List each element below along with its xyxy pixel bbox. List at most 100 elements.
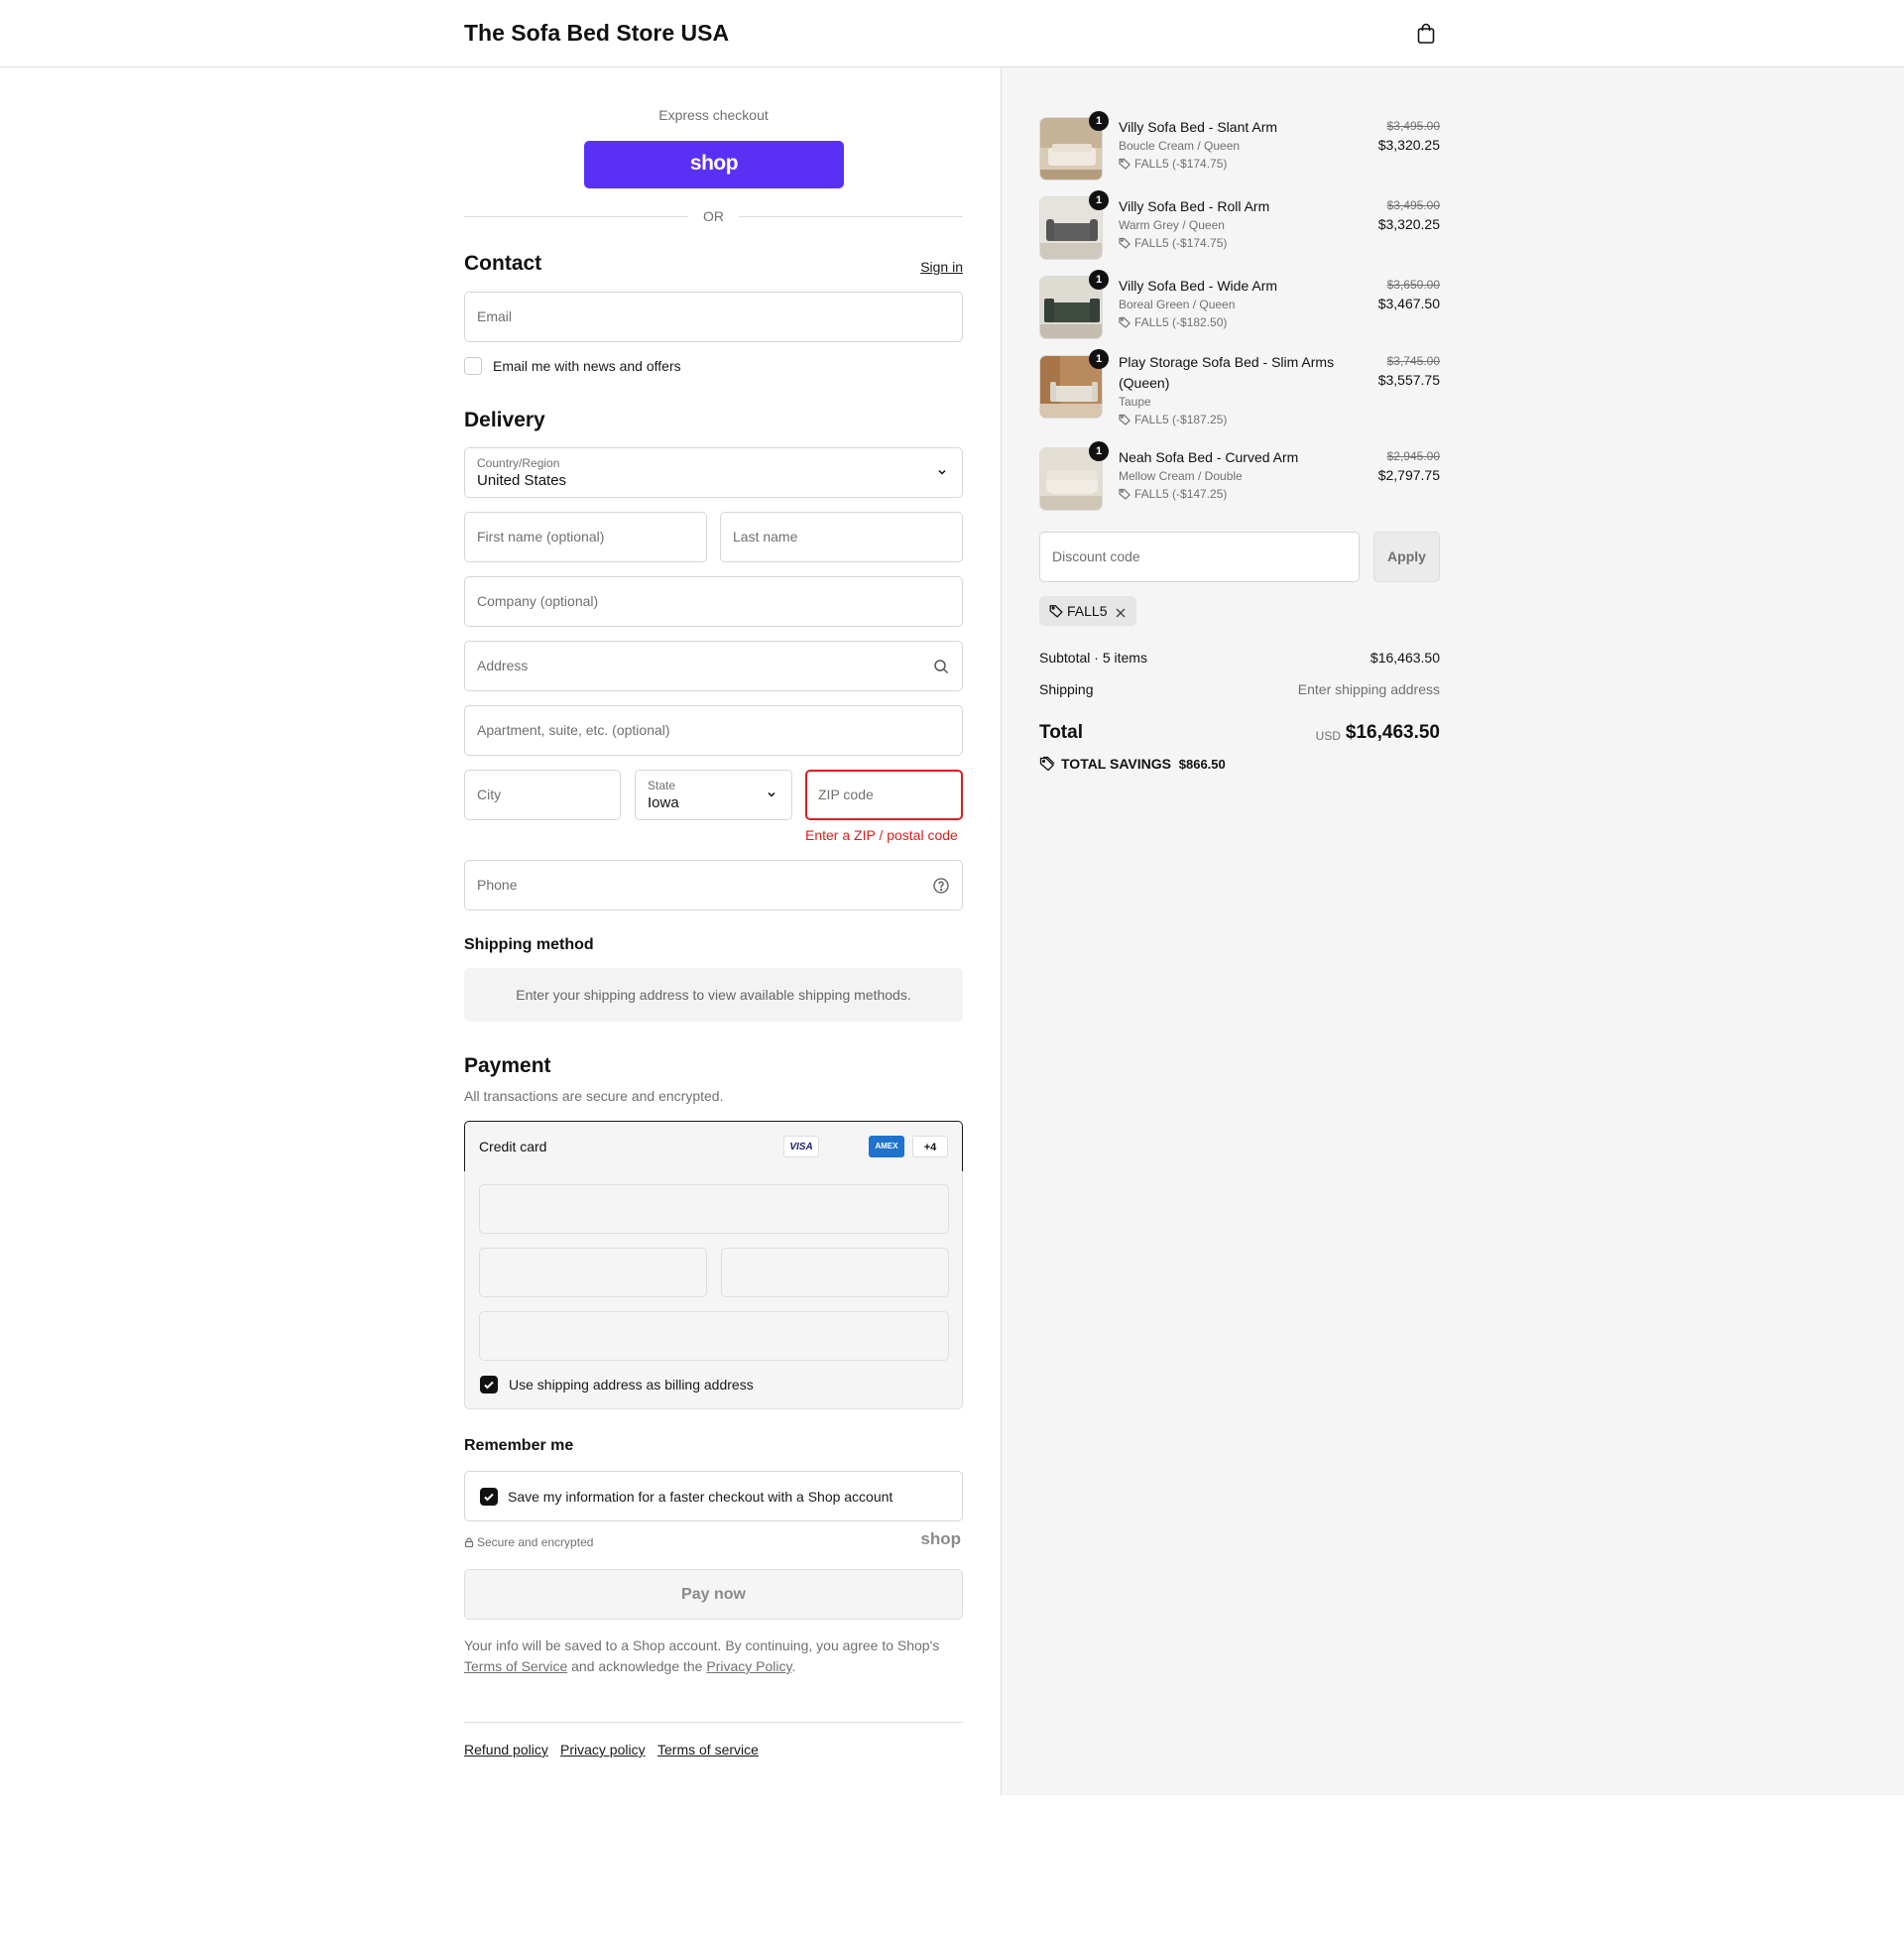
email-field[interactable]: Email — [464, 292, 963, 342]
item-price: $3,320.25 — [1377, 137, 1440, 153]
card-security-code-field[interactable] — [721, 1248, 949, 1297]
quantity-badge: 1 — [1089, 111, 1109, 131]
item-name: Villy Sofa Bed - Wide Arm — [1119, 278, 1278, 294]
item-discount-label: FALL5 (-$174.75) — [1134, 236, 1228, 250]
visa-logo: VISA — [783, 1136, 819, 1157]
zip-placeholder: ZIP code — [818, 787, 874, 802]
subtotal-value: $16,463.50 — [1369, 650, 1440, 666]
state-label: State — [648, 779, 676, 792]
chevron-down-icon — [938, 469, 946, 475]
billing-checkbox[interactable] — [480, 1376, 498, 1394]
item-price: $3,320.25 — [1377, 216, 1440, 232]
discount-code-placeholder: Discount code — [1052, 548, 1140, 564]
discount-code-field[interactable]: Discount code — [1039, 532, 1360, 582]
subtotal-row: Subtotal · 5 items $16,463.50 — [1039, 650, 1440, 666]
lock-icon — [464, 1537, 474, 1548]
total-savings: TOTAL SAVINGS $866.50 — [1039, 756, 1226, 772]
item-original-price: $3,650.00 — [1386, 278, 1440, 292]
item-name: Villy Sofa Bed - Roll Arm — [1119, 198, 1270, 214]
item-discount-label: FALL5 (-$174.75) — [1134, 157, 1228, 171]
address-placeholder: Address — [477, 658, 529, 673]
phone-field[interactable]: Phone — [464, 860, 963, 910]
item-variant: Boreal Green / Queen — [1119, 298, 1236, 311]
refund-policy-link[interactable]: Refund policy — [464, 1742, 548, 1757]
pay-now-button[interactable]: Pay now — [464, 1569, 963, 1620]
remember-me-box: Save my information for a faster checkou… — [464, 1471, 963, 1521]
total-currency: USD — [1315, 729, 1341, 743]
quantity-badge: 1 — [1089, 441, 1109, 461]
item-variant: Boucle Cream / Queen — [1119, 139, 1241, 153]
card-number-field[interactable] — [479, 1184, 949, 1234]
item-discount-label: FALL5 (-$187.25) — [1134, 413, 1228, 426]
item-discount-label: FALL5 (-$182.50) — [1134, 315, 1228, 329]
divider-line — [739, 216, 963, 217]
city-field[interactable]: City — [464, 770, 621, 820]
item-original-price: $3,495.00 — [1386, 198, 1440, 212]
country-select[interactable]: Country/Region United States — [464, 447, 963, 498]
payment-subtitle: All transactions are secure and encrypte… — [464, 1088, 724, 1104]
news-checkbox[interactable] — [464, 357, 482, 375]
item-variant: Warm Grey / Queen — [1119, 218, 1225, 232]
shop-pay-button[interactable]: shop — [584, 141, 844, 188]
remove-discount-icon[interactable] — [1115, 607, 1127, 619]
state-select[interactable]: State Iowa — [635, 770, 792, 820]
quantity-badge: 1 — [1089, 190, 1109, 210]
remember-me-title: Remember me — [464, 1437, 574, 1454]
or-divider: OR — [464, 206, 963, 226]
shipping-value: Enter shipping address — [1297, 681, 1440, 697]
line-item: 1 Villy Sofa Bed - Slant Arm Boucle Crea… — [1039, 111, 1440, 181]
help-icon[interactable] — [932, 877, 950, 895]
legal-text-3: . — [791, 1658, 796, 1674]
country-label: Country/Region — [477, 456, 560, 470]
sign-in-link[interactable]: Sign in — [920, 259, 963, 275]
shipping-method-message: Enter your shipping address to view avai… — [464, 968, 963, 1022]
news-label: Email me with news and offers — [493, 358, 681, 374]
more-cards-badge: +4 — [912, 1136, 948, 1157]
express-checkout-label: Express checkout — [658, 107, 769, 123]
item-original-price: $3,745.00 — [1386, 354, 1440, 368]
first-name-field[interactable]: First name (optional) — [464, 512, 707, 562]
quantity-badge: 1 — [1089, 270, 1109, 290]
terms-of-service-link[interactable]: Terms of Service — [464, 1658, 567, 1674]
footer-terms-of-service-link[interactable]: Terms of service — [657, 1742, 759, 1757]
card-expiry-field[interactable] — [479, 1248, 707, 1297]
legal-text-2: and acknowledge the — [571, 1658, 703, 1674]
item-price: $3,557.75 — [1377, 372, 1440, 388]
shipping-method-title: Shipping method — [464, 936, 594, 953]
checkmark-icon — [484, 1493, 494, 1502]
zip-field[interactable]: ZIP code — [805, 770, 963, 820]
shopping-bag-icon[interactable] — [1414, 22, 1438, 46]
card-name-field[interactable] — [479, 1311, 949, 1361]
credit-card-option[interactable]: Credit card VISA AMEX +4 — [464, 1121, 963, 1172]
line-item: 1 Neah Sofa Bed - Curved Arm Mellow Crea… — [1039, 441, 1440, 511]
item-variant: Mellow Cream / Double — [1119, 469, 1243, 483]
subtotal-label: Subtotal · 5 items — [1039, 650, 1147, 666]
item-discount: FALL5 (-$174.75) — [1119, 236, 1227, 250]
save-info-checkbox[interactable] — [480, 1488, 498, 1506]
tag-icon — [1119, 414, 1130, 425]
save-info-label: Save my information for a faster checkou… — [508, 1489, 893, 1505]
tag-icon — [1049, 605, 1063, 618]
privacy-policy-link[interactable]: Privacy Policy — [706, 1658, 791, 1674]
shipping-row: Shipping Enter shipping address — [1039, 681, 1440, 697]
apartment-placeholder: Apartment, suite, etc. (optional) — [477, 722, 670, 738]
secure-label: Secure and encrypted — [477, 1535, 594, 1549]
item-discount-label: FALL5 (-$147.25) — [1134, 487, 1228, 501]
apartment-field[interactable]: Apartment, suite, etc. (optional) — [464, 705, 963, 756]
item-name: Neah Sofa Bed - Curved Arm — [1119, 449, 1299, 465]
line-item: 1 Villy Sofa Bed - Roll Arm Warm Grey / … — [1039, 190, 1440, 260]
shipping-label: Shipping — [1039, 681, 1094, 697]
checkmark-icon — [484, 1381, 494, 1390]
store-name[interactable]: The Sofa Bed Store USA — [464, 20, 729, 47]
company-field[interactable]: Company (optional) — [464, 576, 963, 627]
header: The Sofa Bed Store USA — [0, 0, 1904, 67]
applied-discount-chip: FALL5 — [1039, 596, 1137, 626]
total-label: Total — [1039, 722, 1083, 743]
apply-button[interactable]: Apply — [1373, 532, 1440, 582]
footer-privacy-policy-link[interactable]: Privacy policy — [560, 1742, 646, 1757]
address-field[interactable]: Address — [464, 641, 963, 691]
item-original-price: $2,945.00 — [1386, 449, 1440, 463]
city-placeholder: City — [477, 787, 502, 802]
item-discount: FALL5 (-$174.75) — [1119, 157, 1227, 171]
last-name-field[interactable]: Last name — [720, 512, 963, 562]
